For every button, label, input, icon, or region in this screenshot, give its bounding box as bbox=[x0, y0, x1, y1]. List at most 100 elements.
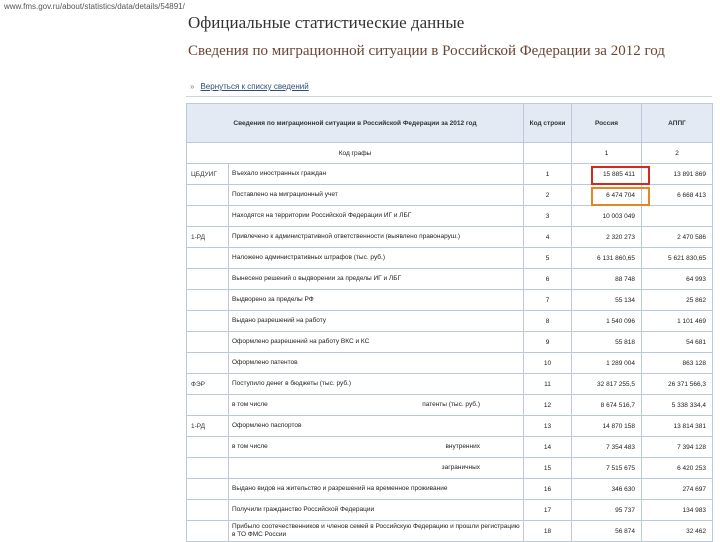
row-total-value: 6 668 413 bbox=[641, 184, 713, 206]
table-row: Выдворено за пределы РФ 7 55 134 25 862 bbox=[186, 289, 713, 311]
subheader-total: 2 bbox=[641, 142, 713, 164]
row-russia-value: 55 818 bbox=[571, 331, 642, 353]
row-line-code: 2 bbox=[523, 184, 572, 206]
row-russia-value: 88 748 bbox=[571, 268, 642, 290]
back-link-label: Вернуться к списку сведений bbox=[200, 82, 309, 91]
row-line-code: 5 bbox=[523, 247, 572, 269]
back-link[interactable]: » Вернуться к списку сведений bbox=[190, 82, 309, 91]
header-indicator: Сведения по миграционной ситуации в Росс… bbox=[186, 103, 524, 143]
row-code bbox=[186, 499, 229, 521]
row-total-value: 64 993 bbox=[641, 268, 713, 290]
page-title: Официальные статистические данные bbox=[188, 13, 465, 32]
row-russia-value: 32 817 255,5 bbox=[571, 373, 642, 395]
row-total-value: 134 983 bbox=[641, 499, 713, 521]
row-indicator: Оформлено патентов bbox=[228, 352, 524, 374]
row-indicator-label: в том числе bbox=[232, 401, 268, 408]
subheader-line bbox=[523, 142, 572, 164]
row-total-value: 26 371 566,3 bbox=[641, 373, 713, 395]
row-russia-value: 2 320 273 bbox=[571, 226, 642, 248]
row-line-code: 14 bbox=[523, 436, 572, 458]
row-line-code: 8 bbox=[523, 310, 572, 332]
row-line-code: 12 bbox=[523, 394, 572, 416]
row-indicator-detail: заграничных bbox=[441, 464, 480, 471]
row-code bbox=[186, 478, 229, 500]
row-line-code: 10 bbox=[523, 352, 572, 374]
row-indicator: Оформлено разрешений на работу ВКС и КС bbox=[228, 331, 524, 353]
table-row: Наложено административных штрафов (тыс. … bbox=[186, 247, 713, 269]
row-line-code: 18 bbox=[523, 520, 572, 542]
header-total: АППГ bbox=[641, 103, 713, 143]
row-line-code: 9 bbox=[523, 331, 572, 353]
row-total-value: 6 420 253 bbox=[641, 457, 713, 479]
row-code: ЦБДУИГ bbox=[186, 163, 229, 185]
row-total-value: 863 128 bbox=[641, 352, 713, 374]
row-line-code: 3 bbox=[523, 205, 572, 227]
row-code: ФЭР bbox=[186, 373, 229, 395]
subheader-russia: 1 bbox=[571, 142, 642, 164]
row-code bbox=[186, 352, 229, 374]
row-line-code: 11 bbox=[523, 373, 572, 395]
row-total-value: 2 470 586 bbox=[641, 226, 713, 248]
row-indicator: Вынесено решений о выдворении за пределы… bbox=[228, 268, 524, 290]
row-indicator: в том числе внутренних bbox=[228, 436, 524, 458]
header-russia: Россия bbox=[571, 103, 642, 143]
table-row: заграничных 15 7 515 675 6 420 253 bbox=[186, 457, 713, 479]
row-indicator: Наложено административных штрафов (тыс. … bbox=[228, 247, 524, 269]
row-total-value bbox=[641, 205, 713, 227]
row-russia-value: 7 354 483 bbox=[571, 436, 642, 458]
divider bbox=[186, 96, 712, 97]
row-total-value: 5 338 334,4 bbox=[641, 394, 713, 416]
row-code bbox=[186, 268, 229, 290]
table-row: ФЭР Поступило денег в бюджеты (тыс. руб.)… bbox=[186, 373, 713, 395]
row-russia-value: 6 131 860,65 bbox=[571, 247, 642, 269]
row-code bbox=[186, 289, 229, 311]
row-code: 1-РД bbox=[186, 226, 229, 248]
highlight-box-red bbox=[591, 166, 650, 185]
row-indicator: Привлечено к административной ответствен… bbox=[228, 226, 524, 248]
row-indicator: Прибыло соотечественников и членов семей… bbox=[228, 520, 524, 542]
row-russia-value: 56 874 bbox=[571, 520, 642, 542]
row-code bbox=[186, 184, 229, 206]
row-code bbox=[186, 331, 229, 353]
row-total-value: 1 101 469 bbox=[641, 310, 713, 332]
row-russia-value: 7 515 675 bbox=[571, 457, 642, 479]
table-row: Находятся на территории Российской Федер… bbox=[186, 205, 713, 227]
row-total-value: 7 394 128 bbox=[641, 436, 713, 458]
table-row: Оформлено разрешений на работу ВКС и КС 9… bbox=[186, 331, 713, 353]
row-total-value: 5 621 830,65 bbox=[641, 247, 713, 269]
row-line-code: 13 bbox=[523, 415, 572, 437]
row-russia-value: 1 540 096 bbox=[571, 310, 642, 332]
row-total-value: 274 697 bbox=[641, 478, 713, 500]
row-indicator: в том числе патенты (тыс. руб.) bbox=[228, 394, 524, 416]
row-code bbox=[186, 310, 229, 332]
row-indicator: Поступило денег в бюджеты (тыс. руб.) bbox=[228, 373, 524, 395]
row-line-code: 1 bbox=[523, 163, 572, 185]
table-row: 1-РД Привлечено к административной ответс… bbox=[186, 226, 713, 248]
row-russia-value: 55 134 bbox=[571, 289, 642, 311]
row-total-value: 32 462 bbox=[641, 520, 713, 542]
row-code bbox=[186, 247, 229, 269]
table-row: Выдано разрешений на работу 8 1 540 096 1 1… bbox=[186, 310, 713, 332]
table-header-row: Сведения по миграционной ситуации в Росс… bbox=[186, 103, 713, 143]
table-row: в том числе патенты (тыс. руб.) 12 8 674 51… bbox=[186, 394, 713, 416]
row-total-value: 25 862 bbox=[641, 289, 713, 311]
page-subtitle: Сведения по миграционной ситуации в Росс… bbox=[188, 43, 665, 59]
row-indicator: Оформлено паспортов bbox=[228, 415, 524, 437]
row-total-value: 54 681 bbox=[641, 331, 713, 353]
row-line-code: 17 bbox=[523, 499, 572, 521]
row-line-code: 4 bbox=[523, 226, 572, 248]
row-indicator-label: в том числе bbox=[232, 443, 268, 450]
row-russia-value: 1 289 004 bbox=[571, 352, 642, 374]
row-indicator: Получили гражданство Российской Федераци… bbox=[228, 499, 524, 521]
table-row: 1-РД Оформлено паспортов 13 14 870 158 13 81… bbox=[186, 415, 713, 437]
row-indicator: Выдано видов на жительство и разрешений … bbox=[228, 478, 524, 500]
table-row: Выдано видов на жительство и разрешений … bbox=[186, 478, 713, 500]
row-indicator: Выдворено за пределы РФ bbox=[228, 289, 524, 311]
header-line-code: Код строки bbox=[523, 103, 572, 143]
table-subheader-row: Код графы 1 2 bbox=[186, 142, 713, 164]
row-code bbox=[186, 394, 229, 416]
row-indicator: Выдано разрешений на работу bbox=[228, 310, 524, 332]
row-code bbox=[186, 205, 229, 227]
table-row: Вынесено решений о выдворении за пределы… bbox=[186, 268, 713, 290]
row-russia-value: 346 630 bbox=[571, 478, 642, 500]
